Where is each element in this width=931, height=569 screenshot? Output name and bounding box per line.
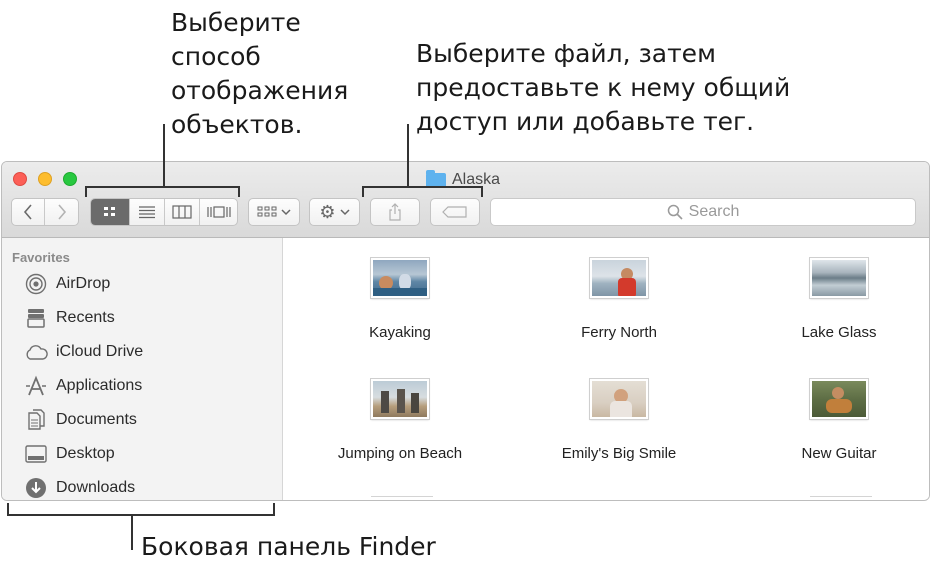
share-icon: [389, 203, 401, 221]
sidebar-item-documents[interactable]: Documents: [24, 406, 137, 434]
photo-thumbnail: [590, 379, 648, 419]
callout-bracket: [362, 186, 483, 188]
search-field[interactable]: Search: [490, 198, 916, 226]
view-mode-control: [90, 198, 238, 226]
forward-button[interactable]: [45, 199, 78, 225]
applications-icon: [24, 374, 48, 398]
callout-bracket: [273, 503, 275, 515]
back-button[interactable]: [12, 199, 46, 225]
callout-sidebar: Боковая панель Finder: [141, 532, 436, 561]
sidebar-item-recents[interactable]: Recents: [24, 304, 115, 332]
partial-thumbnail: [810, 496, 872, 500]
action-button[interactable]: ⚙: [309, 198, 360, 226]
callout-line: отображения: [171, 76, 349, 105]
file-name: Jumping on Beach: [337, 445, 463, 462]
callout-line: способ: [171, 42, 261, 71]
callout-bracket: [7, 503, 9, 515]
callout-line: объектов.: [171, 110, 303, 139]
chevron-down-icon: [340, 209, 350, 216]
callout-pointer: [163, 124, 165, 186]
icon-view-button[interactable]: [91, 199, 130, 225]
gallery-icon: [206, 206, 231, 218]
photo-thumbnail: [371, 258, 429, 298]
file-name: Emily's Big Smile: [561, 445, 677, 462]
sidebar-item-label: Documents: [56, 411, 137, 428]
chevron-down-icon: [281, 209, 291, 216]
chevron-right-icon: [57, 204, 66, 220]
sidebar-item-label: Downloads: [56, 479, 136, 496]
file-name: New Guitar: [801, 445, 877, 462]
share-button[interactable]: [370, 198, 420, 226]
nav-buttons: [11, 198, 79, 226]
tag-icon: [442, 206, 467, 218]
photo-thumbnail: [810, 258, 868, 298]
maximize-button[interactable]: [63, 172, 77, 186]
callout-line: Выберите: [171, 8, 301, 37]
sidebar-header: Favorites: [12, 250, 70, 265]
photo-thumbnail: [810, 379, 868, 419]
recents-icon: [24, 306, 48, 330]
downloads-icon: [24, 476, 48, 500]
toolbar: Alaska ⚙ Search: [2, 162, 929, 238]
photo-thumbnail: [371, 379, 429, 419]
file-item[interactable]: Emily's Big Smile: [519, 379, 719, 462]
callout-bracket: [7, 514, 275, 516]
sidebar-item-desktop[interactable]: Desktop: [24, 440, 115, 468]
file-name: Kayaking: [369, 324, 431, 341]
cloud-icon: [24, 340, 48, 364]
group-by-button[interactable]: [248, 198, 300, 226]
callout-bracket: [85, 186, 87, 197]
sidebar-item-label: iCloud Drive: [56, 343, 144, 360]
sidebar-item-downloads[interactable]: Downloads: [24, 474, 136, 500]
search-placeholder: Search: [688, 203, 740, 220]
callout-line: предоставьте к нему общий: [416, 73, 791, 102]
sidebar-item-label: Desktop: [56, 445, 115, 462]
callout-pointer: [407, 124, 409, 186]
file-name: Lake Glass: [801, 324, 877, 341]
documents-icon: [24, 408, 48, 432]
callout-bracket: [85, 186, 240, 188]
file-item[interactable]: Kayaking: [300, 258, 500, 341]
desktop-icon: [24, 442, 48, 466]
callout-line: доступ или добавьте тег.: [416, 107, 755, 136]
minimize-button[interactable]: [38, 172, 52, 186]
finder-window: Alaska ⚙ Search Favorites AirDrop Recent…: [1, 161, 930, 501]
columns-icon: [172, 205, 192, 219]
column-view-button[interactable]: [165, 199, 200, 225]
gallery-view-button[interactable]: [200, 199, 237, 225]
sidebar: Favorites AirDrop Recents iCloud Drive A…: [2, 238, 283, 500]
close-button[interactable]: [13, 172, 27, 186]
callout-bracket: [362, 186, 364, 197]
callout-bracket: [481, 186, 483, 197]
sidebar-item-label: AirDrop: [56, 275, 111, 292]
chevron-left-icon: [23, 204, 32, 220]
callout-line: Выберите файл, затем: [416, 39, 716, 68]
list-icon: [139, 206, 155, 219]
grid-icon: [104, 207, 115, 216]
airdrop-icon: [24, 272, 48, 296]
partial-thumbnail: [371, 496, 433, 500]
callout-pointer: [131, 514, 133, 550]
sidebar-item-label: Applications: [56, 377, 143, 394]
sidebar-item-applications[interactable]: Applications: [24, 372, 142, 400]
file-item[interactable]: Ferry North: [519, 258, 719, 341]
file-item[interactable]: Lake Glass: [739, 258, 929, 341]
file-grid: Kayaking Ferry North Lake Glass Jumping …: [284, 238, 929, 500]
search-icon: [667, 204, 683, 220]
callout-view-options: Выберите способ отображения объектов.: [171, 6, 348, 142]
file-item[interactable]: Jumping on Beach: [300, 379, 500, 462]
photo-thumbnail: [590, 258, 648, 298]
callout-bracket: [238, 186, 240, 197]
group-icon: [257, 206, 277, 217]
file-item[interactable]: New Guitar: [739, 379, 929, 462]
tag-button[interactable]: [430, 198, 480, 226]
sidebar-item-icloud-drive[interactable]: iCloud Drive: [24, 338, 143, 366]
sidebar-item-label: Recents: [56, 309, 115, 326]
gear-icon: ⚙: [319, 201, 336, 222]
sidebar-item-airdrop[interactable]: AirDrop: [24, 270, 110, 298]
file-name: Ferry North: [581, 324, 657, 341]
list-view-button[interactable]: [130, 199, 165, 225]
callout-share-tag: Выберите файл, затем предоставьте к нему…: [416, 37, 790, 139]
